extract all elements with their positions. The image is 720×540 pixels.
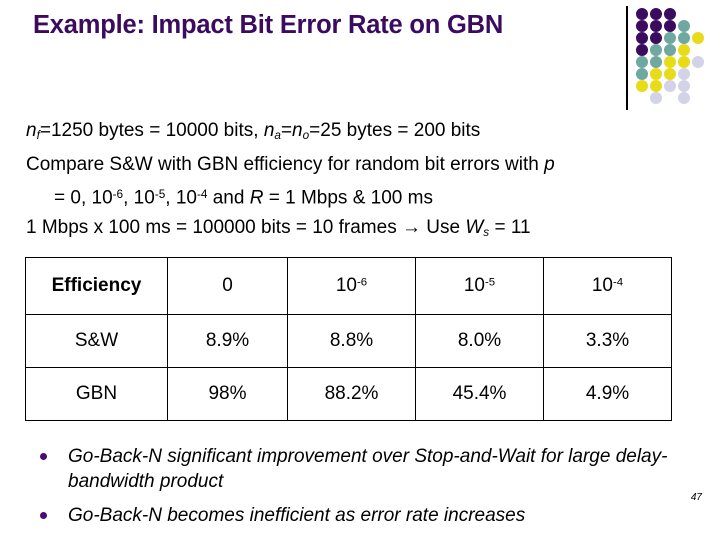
decor-dot-icon [650,68,662,80]
table-cell: 8.0% [415,314,544,368]
page-title: Example: Impact Bit Error Rate on GBN [33,11,504,39]
table-header-row: Efficiency 0 10-6 10-5 10-4 [25,257,672,315]
header-exp: -4 [613,276,624,289]
header-exp: -5 [485,276,496,289]
header-base: 10 [591,275,613,296]
decor-dot-icon [678,32,690,44]
table-header-cell: 0 [167,257,288,315]
var-W: W [465,217,484,239]
table-cell: 8.8% [287,314,416,368]
exp-minus4: -4 [196,187,208,201]
decor-dot-icon [678,80,690,92]
body-line-2: Compare S&W with GBN efficiency for rand… [26,150,651,180]
bullet-disc-icon [40,453,47,460]
line2-text: Compare S&W with GBN efficiency for rand… [26,154,545,176]
var-R: R [249,187,264,209]
line3-sep2: , 10 [165,187,197,209]
table-cell: 3.3% [543,314,672,368]
header-base: 0 [222,275,233,296]
decor-dot-icon [650,32,662,44]
decor-dot-icon [636,32,648,44]
bullet-disc-icon [40,512,47,519]
exp-minus5: -5 [154,187,166,201]
exp-minus6: -6 [112,187,124,201]
table-header-cell: 10-5 [415,257,544,315]
table-cell: 8.9% [167,314,288,368]
decor-dot-icon [650,44,662,56]
decor-dot-icon [636,20,648,32]
list-item: Go-Back-N becomes inefficient as error r… [34,503,694,528]
line1-mid: =1250 bytes = 10000 bits, [39,120,264,141]
decor-dot-icon [650,8,662,20]
line1-tail: =25 bytes = 200 bits [309,120,481,141]
dot-grid-decoration [636,8,720,104]
table-header-cell: 10-4 [543,257,672,315]
table-row: GBN 98% 88.2% 45.4% 4.9% [25,367,672,421]
efficiency-table: Efficiency 0 10-6 10-5 10-4 S&W 8.9% 8.8… [25,257,672,421]
table-header-cell: 10-6 [287,257,416,315]
decor-dot-icon [664,68,676,80]
list-item: Go-Back-N significant improvement over S… [34,444,694,494]
var-p: p [544,154,555,176]
table-cell: 4.9% [543,367,672,421]
header-divider-rule [626,6,628,110]
decor-dot-icon [664,44,676,56]
decor-dot-icon [692,32,704,44]
var-na: n [263,120,275,141]
decor-dot-icon [664,20,676,32]
var-no: n [292,120,303,141]
decor-dot-icon [650,92,662,104]
table-row: S&W 8.9% 8.8% 8.0% 3.3% [25,314,672,368]
header-base: 10 [463,275,485,296]
decor-dot-icon [636,68,648,80]
body-line-3: = 0, 10-6, 10-5, 10-4 and R = 1 Mbps & 1… [26,180,651,213]
decor-dot-icon [678,92,690,104]
line1-eq: = [280,120,293,141]
header-base: 10 [335,275,357,296]
decor-dot-icon [664,56,676,68]
decor-dot-icon [650,80,662,92]
list-item-label: Go-Back-N becomes inefficient as error r… [68,505,526,526]
body-text-block: nf=1250 bytes = 10000 bits, na=no=25 byt… [26,116,651,248]
decor-dot-icon [636,80,648,92]
table-cell: 88.2% [287,367,416,421]
line4-tail: = 11 [489,217,531,239]
decor-dot-icon [650,20,662,32]
decor-dot-icon [664,32,676,44]
decor-dot-icon [636,44,648,56]
decor-dot-icon [664,8,676,20]
body-line-1: nf=1250 bytes = 10000 bits, na=no=25 byt… [26,116,651,150]
table-cell: 45.4% [415,367,544,421]
decor-dot-icon [650,56,662,68]
table-cell: 98% [167,367,288,421]
decor-dot-icon [692,56,704,68]
var-nf: n [26,120,37,141]
list-item-label: Go-Back-N significant improvement over S… [68,446,668,492]
body-line-4: 1 Mbps x 100 ms = 100000 bits = 10 frame… [26,213,651,247]
decor-dot-icon [678,68,690,80]
line3-lead: = 0, 10 [54,187,113,209]
decor-dot-icon [678,56,690,68]
decor-dot-icon [678,20,690,32]
line4-lead: 1 Mbps x 100 ms = 100000 bits = 10 frame… [26,217,466,239]
decor-dot-icon [636,8,648,20]
slide-header: Example: Impact Bit Error Rate on GBN [0,0,720,112]
page-number: 47 [690,492,702,503]
table-row-label: S&W [25,314,168,368]
bullet-list: Go-Back-N significant improvement over S… [34,444,694,537]
line3-tail: = 1 Mbps & 100 ms [263,187,433,209]
line3-mid: and [207,187,250,209]
header-exp: -6 [357,276,368,289]
decor-dot-icon [636,56,648,68]
table-row-label: GBN [25,367,168,421]
decor-dot-icon [678,44,690,56]
line3-sep1: , 10 [123,187,155,209]
table-header-efficiency: Efficiency [25,257,168,315]
decor-dot-icon [664,80,676,92]
